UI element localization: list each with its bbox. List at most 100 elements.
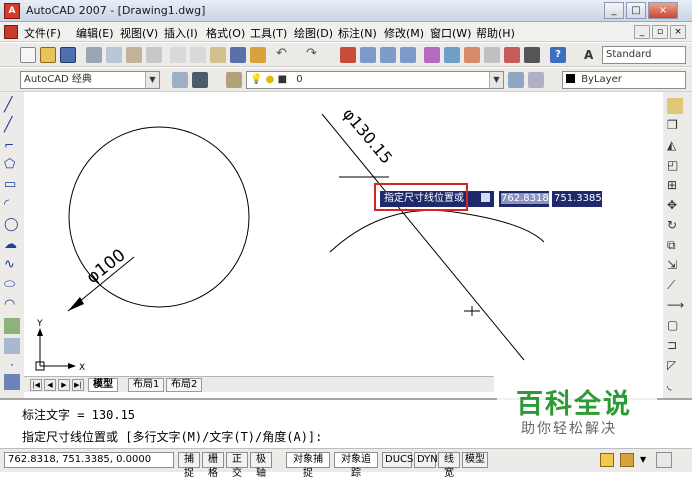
undo-icon[interactable]: ↶ bbox=[276, 47, 292, 63]
zoom-previous-icon[interactable] bbox=[400, 47, 416, 63]
chamfer-icon[interactable]: ◸ bbox=[667, 358, 683, 374]
offset-icon[interactable]: ◰ bbox=[667, 158, 683, 174]
snap-button[interactable]: 捕捉 bbox=[178, 452, 200, 479]
tab-layout1[interactable]: 布局1 bbox=[128, 378, 165, 392]
extend-icon[interactable]: ⟶ bbox=[667, 298, 684, 314]
command-prompt[interactable]: 指定尺寸线位置或 [多行文字(M)/文字(T)/角度(A)]: bbox=[22, 428, 322, 445]
rectangle-icon[interactable]: ▭ bbox=[4, 178, 20, 194]
menu-format[interactable]: 格式(O) bbox=[206, 25, 245, 41]
status-menu-arrow-icon[interactable]: ▼ bbox=[640, 455, 646, 464]
ellipse-arc-icon[interactable]: ◠ bbox=[4, 298, 20, 314]
point-icon[interactable]: · bbox=[4, 358, 20, 374]
coordinate-display[interactable]: 762.8318, 751.3385, 0.0000 bbox=[4, 452, 174, 468]
block-editor-icon[interactable] bbox=[250, 47, 266, 63]
layer-previous-icon[interactable] bbox=[528, 72, 544, 88]
properties-icon[interactable] bbox=[424, 47, 440, 63]
model-button[interactable]: 模型 bbox=[462, 452, 488, 468]
text-style-select[interactable]: Standard bbox=[602, 46, 686, 64]
document-icon[interactable] bbox=[4, 25, 18, 39]
move-icon[interactable]: ✥ bbox=[667, 198, 683, 214]
last-tab-icon[interactable]: ▶| bbox=[72, 379, 84, 391]
workspace-select[interactable]: AutoCAD 经典 ▼ bbox=[20, 71, 160, 89]
polar-button[interactable]: 极轴 bbox=[250, 452, 272, 479]
document-maximize-button[interactable]: ▫ bbox=[652, 25, 668, 39]
lineweight-button[interactable]: 线宽 bbox=[438, 452, 460, 479]
make-block-icon[interactable] bbox=[4, 338, 20, 354]
insert-block-icon[interactable] bbox=[4, 318, 20, 334]
mirror-icon[interactable]: ◭ bbox=[667, 138, 683, 154]
make-object-layer-current-icon[interactable] bbox=[508, 72, 524, 88]
scale-icon[interactable]: ⧉ bbox=[667, 238, 683, 254]
toolbar-lock-icon[interactable] bbox=[620, 453, 634, 467]
polygon-icon[interactable]: ⬠ bbox=[4, 158, 20, 174]
workspace-settings-icon[interactable] bbox=[172, 72, 188, 88]
tool-palettes-icon[interactable] bbox=[464, 47, 480, 63]
ducs-button[interactable]: DUCS bbox=[382, 452, 413, 468]
layer-manager-icon[interactable] bbox=[226, 72, 242, 88]
paste-icon[interactable] bbox=[210, 47, 226, 63]
tab-layout2[interactable]: 布局2 bbox=[166, 378, 203, 392]
publish-icon[interactable] bbox=[126, 47, 142, 63]
3d-dwf-icon[interactable] bbox=[146, 47, 162, 63]
dynamic-input-y-field[interactable]: 751.3385 bbox=[552, 191, 602, 207]
first-tab-icon[interactable]: |◀ bbox=[30, 379, 42, 391]
stretch-icon[interactable]: ⇲ bbox=[667, 258, 683, 274]
copy-object-icon[interactable]: ❐ bbox=[667, 118, 683, 134]
menu-file[interactable]: 文件(F) bbox=[24, 25, 61, 41]
communication-center-icon[interactable] bbox=[600, 453, 614, 467]
arrow-down-options-icon[interactable] bbox=[481, 193, 491, 202]
menu-help[interactable]: 帮助(H) bbox=[476, 25, 515, 41]
design-center-icon[interactable] bbox=[444, 47, 460, 63]
arc-icon[interactable]: ◜ bbox=[4, 198, 20, 214]
menu-edit[interactable]: 编辑(E) bbox=[76, 25, 114, 41]
my-workspace-icon[interactable] bbox=[192, 72, 208, 88]
join-icon[interactable]: ⊐ bbox=[667, 338, 683, 354]
save-icon[interactable] bbox=[60, 47, 76, 63]
drawing-area[interactable]: φ100 φ130.15 Y X bbox=[24, 92, 663, 378]
autocad-app-icon[interactable]: A bbox=[4, 3, 20, 19]
dynamic-input-x-field[interactable]: 762.8318 bbox=[499, 191, 549, 207]
menu-tools[interactable]: 工具(T) bbox=[250, 25, 287, 41]
erase-icon[interactable] bbox=[667, 98, 683, 114]
rotate-icon[interactable]: ↻ bbox=[667, 218, 683, 234]
dimension-line[interactable] bbox=[321, 113, 525, 361]
open-icon[interactable] bbox=[40, 47, 56, 63]
cut-icon[interactable] bbox=[170, 47, 186, 63]
plot-preview-icon[interactable] bbox=[106, 47, 122, 63]
zoom-realtime-icon[interactable] bbox=[360, 47, 376, 63]
polyline-icon[interactable]: ⌐ bbox=[4, 138, 20, 154]
osnap-button[interactable]: 对象捕捉 bbox=[286, 452, 330, 479]
tab-model[interactable]: 模型 bbox=[88, 378, 118, 392]
match-properties-icon[interactable] bbox=[230, 47, 246, 63]
trim-icon[interactable]: ⟋ bbox=[667, 278, 683, 294]
menu-insert[interactable]: 插入(I) bbox=[164, 25, 198, 41]
markup-icon[interactable] bbox=[504, 47, 520, 63]
line-icon[interactable]: ╱ bbox=[4, 98, 20, 114]
revision-cloud-icon[interactable]: ☁ bbox=[4, 238, 20, 254]
minimize-button[interactable]: _ bbox=[604, 2, 624, 19]
menu-window[interactable]: 窗口(W) bbox=[430, 25, 471, 41]
redo-icon[interactable]: ↷ bbox=[306, 47, 322, 63]
copy-icon[interactable] bbox=[190, 47, 206, 63]
menu-modify[interactable]: 修改(M) bbox=[384, 25, 424, 41]
color-select[interactable]: ByLayer bbox=[562, 71, 686, 89]
fillet-icon[interactable]: ◟ bbox=[667, 378, 683, 394]
otrack-button[interactable]: 对象追踪 bbox=[334, 452, 378, 479]
dyn-button[interactable]: DYN bbox=[414, 452, 438, 468]
array-icon[interactable]: ⊞ bbox=[667, 178, 683, 194]
document-minimize-button[interactable]: _ bbox=[634, 25, 650, 39]
pan-icon[interactable] bbox=[340, 47, 356, 63]
menu-dimension[interactable]: 标注(N) bbox=[338, 25, 377, 41]
plot-icon[interactable] bbox=[86, 47, 102, 63]
document-close-button[interactable]: × bbox=[670, 25, 686, 39]
calculator-icon[interactable] bbox=[524, 47, 540, 63]
ellipse-icon[interactable]: ⬭ bbox=[4, 278, 20, 294]
hatch-icon[interactable] bbox=[4, 374, 20, 390]
next-tab-icon[interactable]: ▶ bbox=[58, 379, 70, 391]
maximize-button[interactable]: □ bbox=[626, 2, 646, 19]
zoom-window-icon[interactable] bbox=[380, 47, 396, 63]
menu-view[interactable]: 视图(V) bbox=[120, 25, 158, 41]
sheet-set-icon[interactable] bbox=[484, 47, 500, 63]
clean-screen-icon[interactable] bbox=[656, 452, 672, 468]
construction-line-icon[interactable]: ╱ bbox=[4, 118, 20, 134]
